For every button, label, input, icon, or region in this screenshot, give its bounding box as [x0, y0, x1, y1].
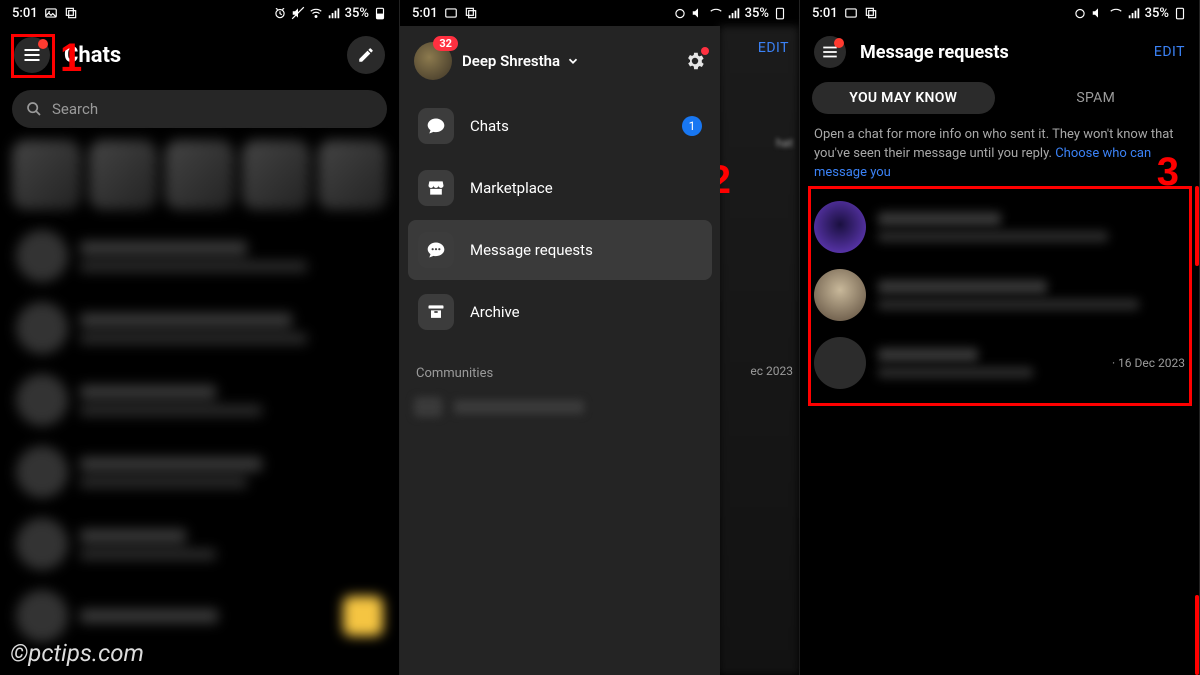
- search-input[interactable]: Search: [12, 90, 387, 128]
- menu-label: Marketplace: [470, 179, 553, 197]
- menu-label: Archive: [470, 303, 520, 321]
- signal-icon: [727, 6, 741, 20]
- notification-dot-icon: [701, 47, 709, 55]
- image-icon: [44, 6, 58, 20]
- watermark: ©pctips.com: [10, 639, 144, 667]
- menu-label: Message requests: [470, 241, 593, 259]
- menu-item-chats[interactable]: Chats 1: [408, 96, 712, 156]
- profile-row[interactable]: 32 Deep Shrestha: [400, 32, 720, 90]
- page-title: Chats: [64, 43, 333, 68]
- stories-row[interactable]: [0, 140, 399, 220]
- overlap-icon: [864, 6, 878, 20]
- search-icon: [26, 101, 42, 117]
- message-requests-list: · 16 Dec 2023: [800, 193, 1199, 397]
- mute-icon: [291, 6, 305, 20]
- request-item[interactable]: [800, 193, 1199, 261]
- status-battery: 35%: [1145, 6, 1169, 21]
- profile-name-label: Deep Shrestha: [462, 52, 560, 70]
- mute-icon: [1091, 6, 1105, 20]
- panel-chats-screen: 5:01 35% Chats Search: [0, 0, 400, 675]
- battery-icon: [1173, 6, 1187, 20]
- alarm-icon: [273, 6, 287, 20]
- menu-item-archive[interactable]: Archive: [408, 282, 712, 342]
- signal-icon: [1127, 6, 1141, 20]
- alarm-icon: [1073, 6, 1087, 20]
- navigation-drawer: 32 Deep Shrestha Chats 1 Marketplace: [400, 26, 720, 675]
- chats-badge: 1: [682, 116, 702, 136]
- request-item[interactable]: · 16 Dec 2023: [800, 329, 1199, 397]
- wifi-icon: [309, 6, 323, 20]
- tab-you-may-know[interactable]: YOU MAY KNOW: [812, 82, 995, 114]
- tabs: YOU MAY KNOW SPAM: [800, 78, 1199, 124]
- communities-header: Communities: [400, 348, 720, 387]
- image-icon: [444, 6, 458, 20]
- signal-icon: [327, 6, 341, 20]
- chats-header: Chats: [0, 26, 399, 84]
- status-bar: 5:01 35%: [0, 0, 399, 26]
- status-time: 5:01: [812, 6, 838, 21]
- chat-bubble-icon: [418, 108, 454, 144]
- menu-label: Chats: [470, 117, 509, 135]
- image-icon: [844, 6, 858, 20]
- compose-button[interactable]: [347, 36, 385, 74]
- request-date: · 16 Dec 2023: [1112, 356, 1185, 370]
- hamburger-menu-button[interactable]: [14, 37, 50, 73]
- status-bar: 5:01 35%: [800, 0, 1199, 26]
- settings-button[interactable]: [684, 50, 706, 72]
- status-battery: 35%: [345, 6, 369, 21]
- chevron-down-icon: [566, 54, 580, 68]
- drawer-menu: Chats 1 Marketplace Message requests Arc…: [400, 90, 720, 348]
- alarm-icon: [673, 6, 687, 20]
- backdrop: [719, 26, 799, 675]
- menu-item-message-requests[interactable]: Message requests: [408, 220, 712, 280]
- page-title: Message requests: [860, 42, 1140, 63]
- scroll-indicator: [1195, 595, 1199, 675]
- panel-message-requests-screen: 5:01 35% Message requests EDIT YOU MAY K…: [800, 0, 1200, 675]
- battery-icon: [373, 6, 387, 20]
- archive-icon: [418, 294, 454, 330]
- edit-link[interactable]: EDIT: [758, 40, 789, 56]
- status-time: 5:01: [12, 6, 38, 21]
- edit-link[interactable]: EDIT: [1154, 44, 1185, 60]
- status-bar: 5:01 35%: [400, 0, 799, 26]
- status-battery: 35%: [745, 6, 769, 21]
- store-icon: [418, 170, 454, 206]
- panel-drawer-screen: 5:01 35% EDIT hat ec 2023 32 Deep Shrest…: [400, 0, 800, 675]
- chat-list[interactable]: [0, 220, 399, 652]
- notification-dot-icon: [38, 39, 48, 49]
- wifi-icon: [709, 6, 723, 20]
- message-requests-icon: [418, 232, 454, 268]
- notification-dot-icon: [834, 38, 844, 48]
- menu-item-marketplace[interactable]: Marketplace: [408, 158, 712, 218]
- info-text: Open a chat for more info on who sent it…: [800, 124, 1199, 193]
- overlap-icon: [64, 6, 78, 20]
- peek-text: hat: [776, 136, 793, 150]
- request-item[interactable]: [800, 261, 1199, 329]
- overlap-icon: [464, 6, 478, 20]
- mute-icon: [691, 6, 705, 20]
- profile-avatar: 32: [414, 42, 452, 80]
- peek-date: ec 2023: [750, 364, 793, 378]
- community-item[interactable]: [400, 387, 720, 427]
- tab-spam[interactable]: SPAM: [1005, 82, 1188, 114]
- search-placeholder: Search: [52, 100, 98, 118]
- hamburger-menu-button[interactable]: [814, 36, 846, 68]
- message-requests-header: Message requests EDIT: [800, 26, 1199, 78]
- wifi-icon: [1109, 6, 1123, 20]
- battery-icon: [773, 6, 787, 20]
- scroll-indicator: [1195, 186, 1199, 266]
- status-time: 5:01: [412, 6, 438, 21]
- profile-badge: 32: [433, 36, 458, 51]
